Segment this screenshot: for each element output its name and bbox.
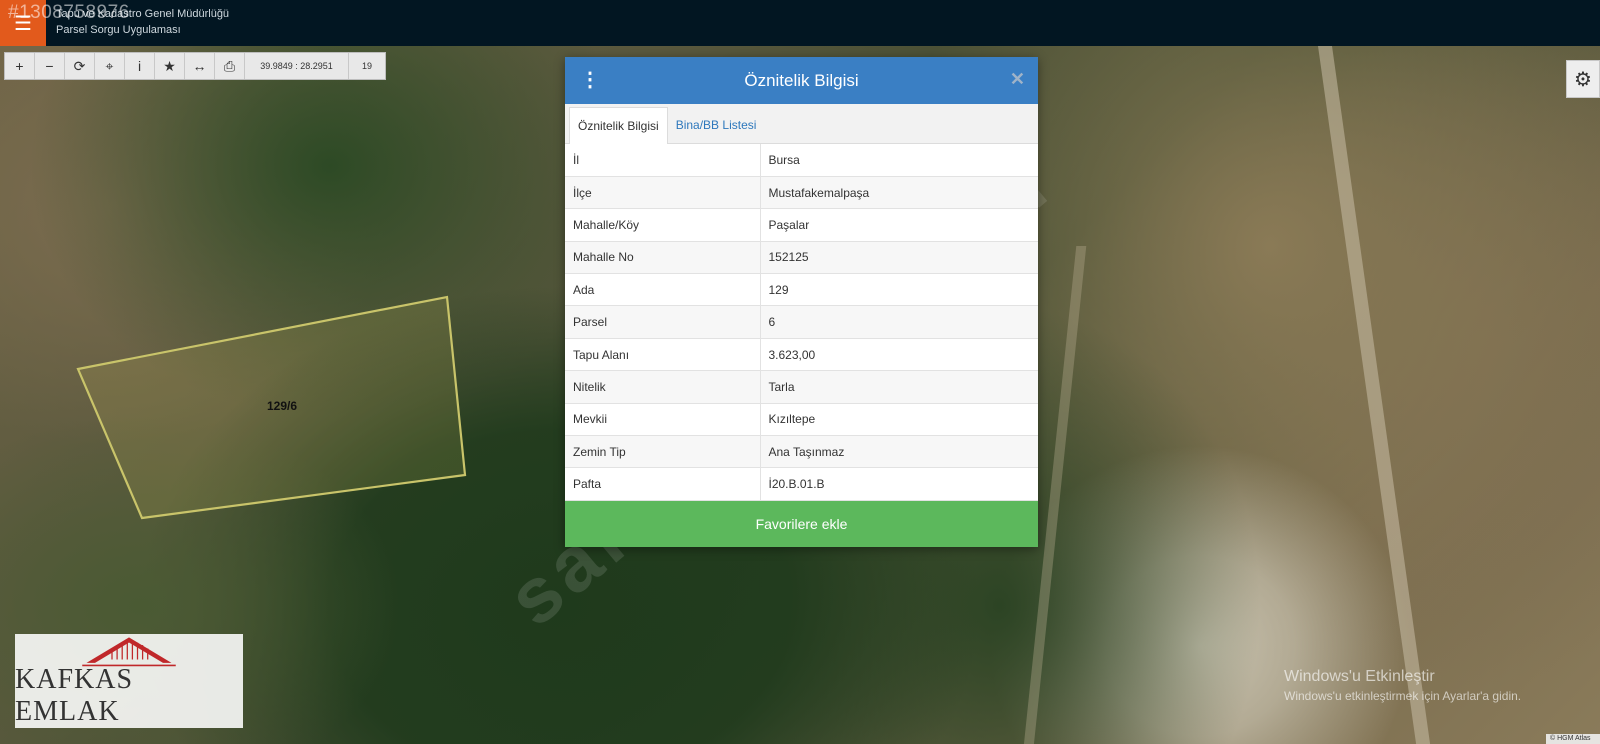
attribute-value: Bursa (760, 144, 1038, 177)
table-row: Tapu Alanı 3.623,00 (565, 338, 1038, 372)
modal-header: ⋮ Öznitelik Bilgisi ✕ (565, 57, 1038, 104)
zoom-out-button[interactable]: − (35, 53, 65, 79)
close-icon[interactable]: ✕ (1010, 69, 1025, 90)
logo-text: KAFKAS EMLAK (15, 664, 134, 727)
attribute-value: 152125 (760, 241, 1038, 275)
modal-title: Öznitelik Bilgisi (744, 70, 859, 90)
attribute-key: Mahalle/Köy (565, 208, 761, 242)
table-row: Zemin Tip Ana Taşınmaz (565, 435, 1038, 469)
attribute-key: Mahalle No (565, 241, 761, 275)
attribute-value: 129 (760, 273, 1038, 307)
attribute-key: Nitelik (565, 370, 761, 404)
parcel-label: 129/6 (267, 399, 298, 413)
windows-activation-title: Windows'u Etkinleştir (1284, 668, 1435, 685)
favorite-button[interactable]: ★ (155, 53, 185, 79)
info-button[interactable]: i (125, 53, 155, 79)
zoom-level: 19 (361, 61, 372, 71)
listing-id-overlay: #1308758976 (8, 2, 130, 23)
table-row: Mahalle/Köy Paşalar (565, 208, 1038, 242)
table-row: Nitelik Tarla (565, 370, 1038, 404)
map-attribution[interactable]: © HGM Atlas (1546, 734, 1600, 744)
measure-button[interactable]: ↔ (185, 53, 215, 79)
zoom-in-button[interactable]: + (5, 53, 35, 79)
table-row: İl Bursa (565, 144, 1038, 177)
attribute-value: Paşalar (760, 208, 1038, 242)
attribute-value: Mustafakemalpaşa (760, 176, 1038, 210)
attribute-key: Pafta (565, 467, 761, 501)
print-button[interactable]: ⎙ (215, 53, 245, 79)
attribute-value: 3.623,00 (760, 338, 1038, 372)
attribute-value: Kızıltepe (760, 403, 1038, 437)
table-row: Mevkii Kızıltepe (565, 403, 1038, 437)
attribute-key: Zemin Tip (565, 435, 761, 469)
attribute-value: İ20.B.01.B (760, 467, 1038, 501)
gear-icon[interactable]: ⚙ (1566, 60, 1600, 98)
modal-tabs: Öznitelik Bilgisi Bina/BB Listesi (565, 104, 1038, 144)
windows-activation-notice: Windows'u Etkinleştir Windows'u etkinleş… (1284, 668, 1521, 703)
table-row: Parsel 6 (565, 305, 1038, 339)
tab-building-list[interactable]: Bina/BB Listesi (668, 107, 765, 143)
attribute-modal: ⋮ Öznitelik Bilgisi ✕ Öznitelik Bilgisi … (565, 57, 1038, 547)
company-logo: KAFKAS EMLAK (15, 634, 243, 728)
attribute-table: İl Bursa İlçe Mustafakemalpaşa Mahalle/Köy Pa… (565, 144, 1038, 501)
map-toolbar: + − ⟳ ⌖ i ★ ↔ ⎙ 39.9849 : 28.2951 19 (4, 52, 386, 80)
add-favorites-button[interactable]: Favorilere ekle (565, 501, 1038, 547)
attribute-value: Ana Taşınmaz (760, 435, 1038, 469)
top-bar: ☰ Tapu ve Kadastro Genel Müdürlüğü Parse… (0, 0, 1600, 46)
coordinate-readout: 39.9849 : 28.2951 (245, 53, 349, 79)
table-row: Ada 129 (565, 273, 1038, 307)
attribute-key: İlçe (565, 176, 761, 210)
kebab-menu-icon[interactable]: ⋮ (580, 67, 600, 92)
app-name: Parsel Sorgu Uygulaması (56, 24, 181, 36)
windows-activation-subtitle: Windows'u etkinleştirmek için Ayarlar'a … (1284, 689, 1522, 703)
attribute-key: Parsel (565, 305, 761, 339)
table-row: Mahalle No 152125 (565, 241, 1038, 275)
table-row: Pafta İ20.B.01.B (565, 467, 1038, 501)
tab-attribute-info[interactable]: Öznitelik Bilgisi (569, 107, 668, 144)
attribute-key: Ada (565, 273, 761, 307)
attribute-value: Tarla (760, 370, 1038, 404)
attribute-value: 6 (760, 305, 1038, 339)
house-roof-icon (82, 637, 176, 667)
attribute-key: Tapu Alanı (565, 338, 761, 372)
attribute-key: İl (565, 144, 761, 177)
attribute-key: Mevkii (565, 403, 761, 437)
table-row: İlçe Mustafakemalpaşa (565, 176, 1038, 210)
refresh-button[interactable]: ⟳ (65, 53, 95, 79)
locate-button[interactable]: ⌖ (95, 53, 125, 79)
